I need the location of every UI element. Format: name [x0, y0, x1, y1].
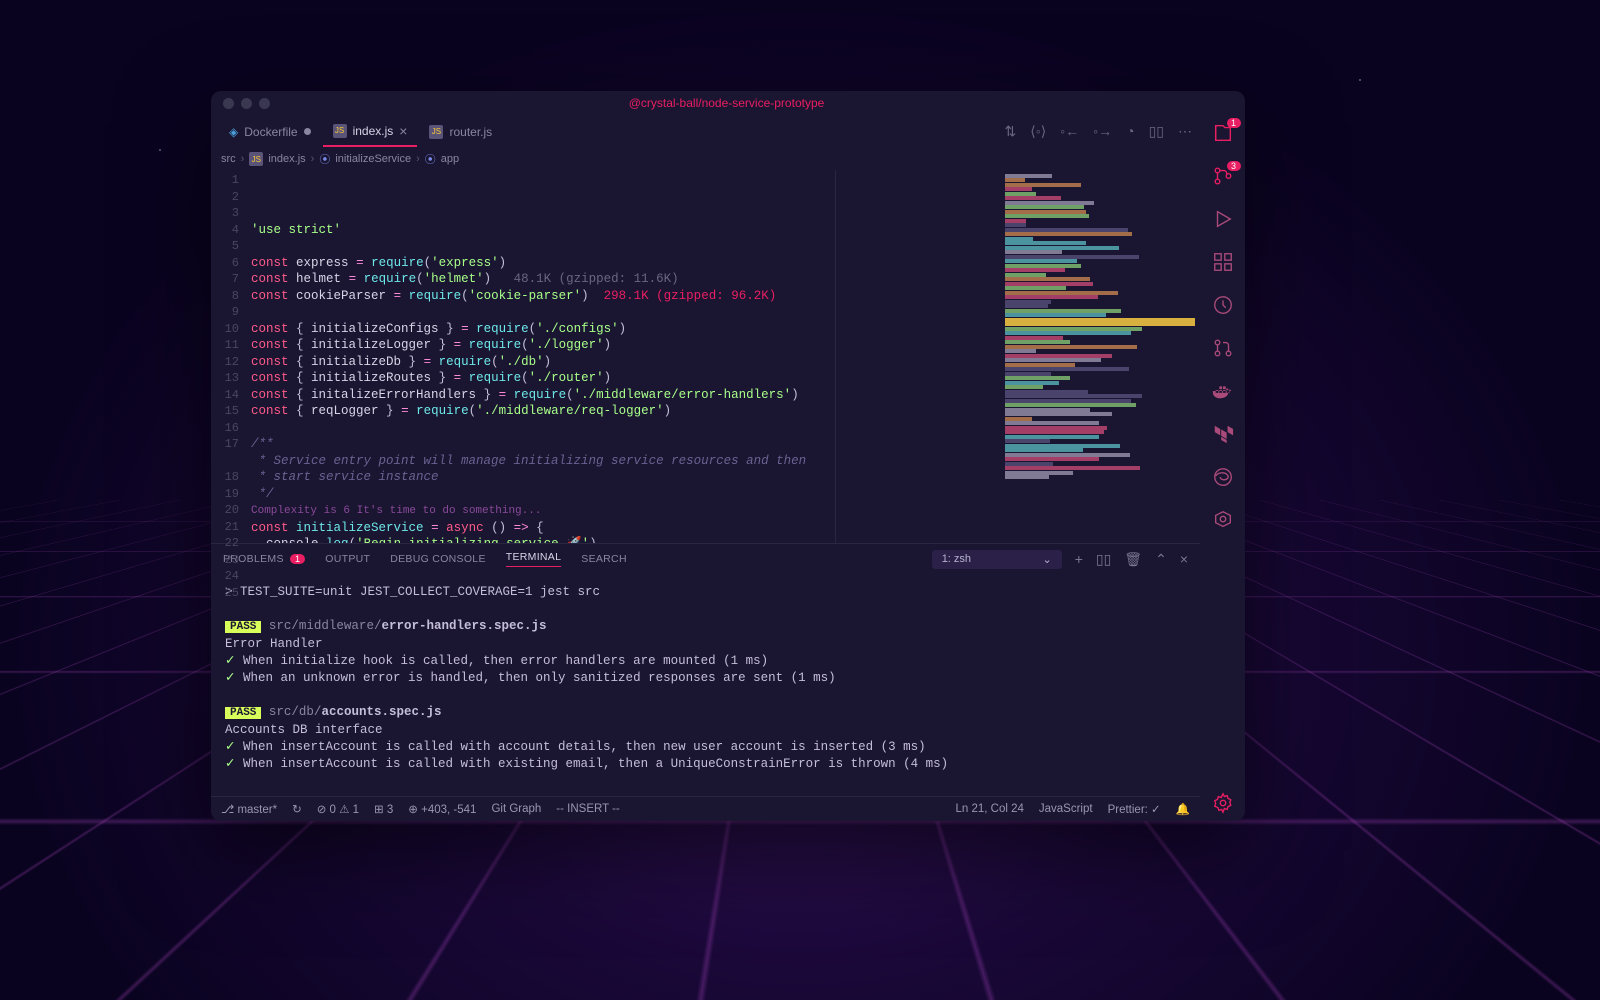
source-control-icon[interactable]: 3 — [1211, 164, 1235, 188]
activity-bar: 1 3 — [1200, 115, 1245, 821]
sync-icon[interactable]: ↻ — [292, 802, 302, 816]
timer-icon[interactable]: ◔ — [1126, 123, 1134, 140]
explorer-icon[interactable]: 1 — [1211, 121, 1235, 145]
extensions-icon[interactable] — [1211, 250, 1235, 274]
traffic-lights — [223, 98, 270, 109]
complexity-hint: Complexity is 6 It's time to do somethin… — [251, 505, 541, 517]
terminal-selector[interactable]: 1: zsh⌄ — [932, 550, 1062, 569]
line-gutter: 1234567891011121314151617 18192021222324… — [211, 170, 247, 543]
edge-icon[interactable] — [1211, 465, 1235, 489]
docker-icon: ◈ — [229, 125, 238, 139]
tab-terminal[interactable]: TERMINAL — [506, 551, 562, 567]
tab-search[interactable]: SEARCH — [581, 553, 627, 565]
status-problems[interactable]: ⊘ 0 ⚠ 1 — [317, 802, 359, 816]
tab-label: Dockerfile — [244, 125, 297, 139]
nav-prev-icon[interactable]: ◦← — [1060, 123, 1079, 140]
zoom-dot[interactable] — [259, 98, 270, 109]
panel-tabs: PROBLEMS 1 OUTPUT DEBUG CONSOLE TERMINAL… — [211, 544, 1200, 574]
language-mode[interactable]: JavaScript — [1039, 803, 1093, 815]
status-diff[interactable]: ⊕ +403, -541 — [408, 802, 476, 816]
compare-icon[interactable]: ⇅ — [1005, 123, 1017, 140]
trash-icon[interactable]: 🗑 — [1124, 551, 1142, 568]
status-bar: ⎇ master* ↻ ⊘ 0 ⚠ 1 ⊞ 3 ⊕ +403, -541 Git… — [211, 796, 1200, 821]
symbol-icon: ⦿ — [425, 151, 436, 167]
more-icon[interactable]: ⋯ — [1178, 123, 1192, 140]
close-panel-icon[interactable]: × — [1180, 551, 1188, 567]
split-terminal-icon[interactable]: ▯▯ — [1096, 551, 1111, 568]
terminal-output[interactable]: > TEST_SUITE=unit JEST_COLLECT_COVERAGE=… — [211, 574, 1200, 796]
crumb-file[interactable]: index.js — [268, 153, 305, 165]
tab-index-js[interactable]: JS index.js × — [323, 117, 418, 147]
cursor-position[interactable]: Ln 21, Col 24 — [955, 803, 1023, 815]
docker-icon[interactable] — [1211, 379, 1235, 403]
crumb-symbol[interactable]: initializeService — [335, 153, 411, 165]
tab-router-js[interactable]: JS router.js — [419, 119, 502, 145]
chevron-down-icon: ⌄ — [1042, 553, 1051, 566]
nav-next-icon[interactable]: ◦→ — [1093, 123, 1112, 140]
run-icon[interactable] — [1211, 207, 1235, 231]
js-icon: JS — [429, 125, 443, 139]
modified-dot-icon — [304, 128, 311, 135]
js-icon: JS — [333, 124, 347, 138]
window-title: @crystal-ball/node-service-prototype — [270, 96, 1183, 110]
symbol-icon: ⦿ — [319, 151, 330, 167]
git-branch[interactable]: ⎇ master* — [221, 802, 277, 816]
breadcrumb[interactable]: src › JS index.js › ⦿ initializeService … — [211, 148, 1200, 170]
split-icon[interactable]: ▯▯ — [1149, 123, 1164, 140]
pull-request-icon[interactable] — [1211, 336, 1235, 360]
kubernetes-icon[interactable] — [1211, 508, 1235, 532]
editor-tabs: ◈ Dockerfile JS index.js × JS router.js … — [211, 115, 1200, 148]
editor-area[interactable]: 1234567891011121314151617 18192021222324… — [211, 170, 1200, 543]
timeline-icon[interactable] — [1211, 293, 1235, 317]
close-dot[interactable] — [223, 98, 234, 109]
nav-back-icon[interactable]: ⟨◦⟩ — [1030, 123, 1046, 140]
new-terminal-icon[interactable]: + — [1075, 551, 1083, 567]
settings-gear-icon[interactable] — [1211, 791, 1235, 815]
close-tab-icon[interactable]: × — [399, 123, 407, 139]
ruler-80 — [835, 170, 836, 543]
tab-output[interactable]: OUTPUT — [325, 553, 370, 565]
crumb-folder[interactable]: src — [221, 153, 236, 165]
code-content[interactable]: 'use strict' const express = require('ex… — [247, 170, 1000, 543]
tab-dockerfile[interactable]: ◈ Dockerfile — [219, 119, 321, 145]
minimap[interactable] — [1000, 170, 1200, 543]
status-cells[interactable]: ⊞ 3 — [374, 802, 393, 816]
status-vim-mode: -- INSERT -- — [556, 803, 619, 815]
minimize-dot[interactable] — [241, 98, 252, 109]
crumb-symbol[interactable]: app — [441, 153, 459, 165]
tab-debug-console[interactable]: DEBUG CONSOLE — [390, 553, 486, 565]
bell-icon[interactable]: 🔔 — [1176, 802, 1190, 816]
js-icon: JS — [249, 152, 263, 166]
prettier-status[interactable]: Prettier: ✓ — [1108, 802, 1161, 816]
terraform-icon[interactable] — [1211, 422, 1235, 446]
status-gitgraph[interactable]: Git Graph — [491, 803, 541, 815]
bottom-panel: PROBLEMS 1 OUTPUT DEBUG CONSOLE TERMINAL… — [211, 543, 1200, 796]
tab-label: router.js — [449, 125, 492, 139]
tab-label: index.js — [353, 124, 394, 138]
chevron-up-icon[interactable]: ⌃ — [1155, 551, 1167, 568]
titlebar[interactable]: @crystal-ball/node-service-prototype — [211, 91, 1245, 115]
vscode-window: @crystal-ball/node-service-prototype ◈ D… — [211, 91, 1245, 821]
